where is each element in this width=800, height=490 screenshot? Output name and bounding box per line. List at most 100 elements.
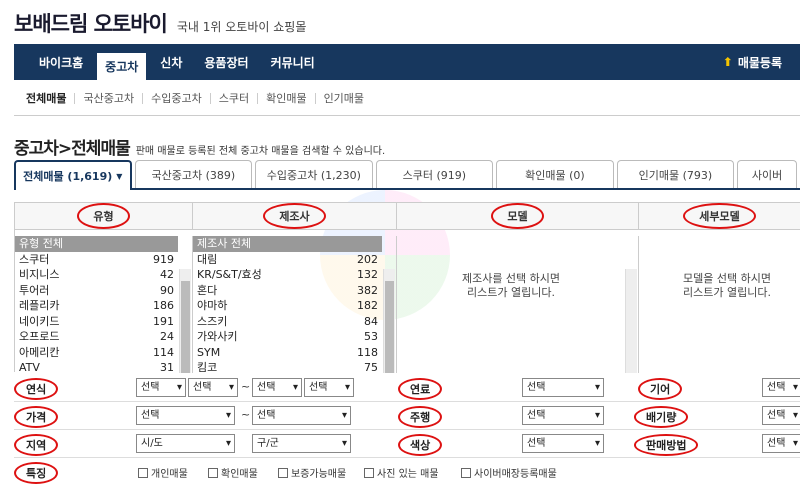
range-separator: ~ — [241, 408, 251, 421]
type-list-scrollbar[interactable] — [179, 269, 191, 373]
list-item[interactable]: 레플리카 186 — [15, 298, 178, 314]
feature-cyber-checkbox[interactable]: 사이버매장등록매물 — [461, 465, 557, 480]
filter-row-3: 지역 시/도 구/군 색상 선택 판매방법 선택 — [14, 430, 800, 458]
checkbox-icon — [364, 467, 374, 478]
checkbox-icon — [138, 467, 148, 478]
month-to-select[interactable]: 선택 — [304, 378, 354, 397]
model-header-label: 모델 — [491, 203, 544, 229]
submodel-column-header: 세부모델 — [639, 203, 800, 230]
submodel-header-label: 세부모델 — [683, 203, 756, 229]
logo-tagline: 국내 1위 오토바이 쇼핑몰 — [176, 20, 307, 34]
nav-item-used[interactable]: 중고차 — [94, 50, 150, 80]
list-item[interactable]: 가와사키 53 — [193, 329, 382, 345]
list-item[interactable]: 스쿠터 919 — [15, 252, 178, 268]
sub-nav: 전체매물 국산중고차 수입중고차 스쿠터 확인매물 인기매물 — [14, 82, 800, 116]
model-list-scrollbar[interactable] — [625, 269, 637, 373]
price-to-select[interactable]: 선택 — [252, 406, 351, 425]
model-list[interactable]: 제조사를 선택 하시면 리스트가 열립니다. — [397, 236, 639, 373]
nav-item-parts[interactable]: 용품장터 — [193, 44, 259, 80]
maker-list-scrollbar[interactable] — [383, 269, 395, 373]
features-label: 특징 — [14, 462, 59, 484]
register-label: 매물등록 — [737, 55, 782, 70]
list-item[interactable]: 유형 전체 — [15, 236, 178, 252]
page-title: 중고차>전체매물 — [14, 139, 131, 159]
list-item[interactable]: 혼다 382 — [193, 283, 382, 299]
filter-row-2: 가격 선택 ~ 선택 주행 선택 배기량 선택 — [14, 402, 800, 430]
feature-warranty-checkbox[interactable]: 보증가능매물 — [278, 465, 346, 480]
fuel-select[interactable]: 선택 — [522, 378, 604, 397]
subnav-popular[interactable]: 인기매물 — [314, 93, 372, 104]
list-item[interactable]: 아메리칸 114 — [15, 345, 178, 361]
tab-popular[interactable]: 인기매물 (793) — [616, 160, 735, 188]
tab-imported[interactable]: 수입중고차 (1,230) — [255, 160, 373, 188]
subnav-domestic[interactable]: 국산중고차 — [74, 93, 142, 104]
tab-all-label: 전체매물 (1,619) — [23, 170, 113, 183]
nav-item-new[interactable]: 신차 — [149, 44, 193, 80]
list-item[interactable]: 스즈키 84 — [193, 314, 382, 330]
range-separator: ~ — [241, 380, 251, 393]
type-column-header: 유형 — [15, 203, 193, 230]
maker-column-header: 제조사 — [193, 203, 397, 230]
tab-domestic[interactable]: 국산중고차 (389) — [134, 160, 253, 188]
list-item[interactable]: ATV 31 — [15, 360, 178, 373]
feature-photo-checkbox[interactable]: 사진 있는 매물 — [364, 465, 439, 480]
displacement-select[interactable]: 선택 — [762, 406, 800, 425]
submodel-list[interactable]: 모델을 선택 하시면 리스트가 열립니다. — [639, 236, 800, 373]
checkbox-icon — [278, 467, 288, 478]
submodel-placeholder: 모델을 선택 하시면 리스트가 열립니다. — [683, 272, 771, 299]
feature-private-checkbox[interactable]: 개인매물 — [138, 465, 188, 480]
filter-row-1: 연식 선택 선택 ~ 선택 선택 연료 선택 기어 선택 — [14, 374, 800, 402]
mileage-label: 주행 — [398, 406, 443, 428]
tab-verified[interactable]: 확인매물 (0) — [496, 160, 614, 188]
logo-text: 보배드림 오토바이 — [14, 12, 168, 36]
year-to-select[interactable]: 선택 — [252, 378, 302, 397]
nav-item-community[interactable]: 커뮤니티 — [260, 44, 326, 80]
subnav-imported[interactable]: 수입중고차 — [142, 93, 210, 104]
upload-arrow-icon: ⬆ — [722, 55, 733, 69]
list-item[interactable]: SYM 118 — [193, 345, 382, 361]
sale-method-select[interactable]: 선택 — [762, 434, 800, 453]
list-item[interactable]: 대림 202 — [193, 252, 382, 268]
color-select[interactable]: 선택 — [522, 434, 604, 453]
year-from-select[interactable]: 선택 — [136, 378, 186, 397]
sido-select[interactable]: 시/도 — [136, 434, 235, 453]
nav-item-bike-home[interactable]: 바이크홈 — [14, 44, 94, 80]
list-item[interactable]: KR/S&T/효성 132 — [193, 267, 382, 283]
checkbox-icon — [208, 467, 218, 478]
price-label: 가격 — [14, 406, 59, 428]
mileage-select[interactable]: 선택 — [522, 406, 604, 425]
filter-row-4: 특징 개인매물 확인매물 보증가능매물 사진 있는 매물 사이버매장등록매물 — [14, 458, 800, 486]
subnav-all[interactable]: 전체매물 — [26, 93, 74, 104]
gear-select[interactable]: 선택 — [762, 378, 800, 397]
list-item[interactable]: 야마하 182 — [193, 298, 382, 314]
month-from-select[interactable]: 선택 — [188, 378, 238, 397]
gugun-select[interactable]: 구/군 — [252, 434, 351, 453]
list-item[interactable]: 네이키드 191 — [15, 314, 178, 330]
maker-header-label: 제조사 — [263, 203, 326, 229]
list-item[interactable]: 제조사 전체 — [193, 236, 382, 252]
checkbox-icon — [461, 467, 471, 478]
register-button[interactable]: ⬆ 매물등록 — [723, 44, 800, 80]
tab-scooter[interactable]: 스쿠터 (919) — [375, 160, 494, 188]
list-item[interactable]: 킴코 75 — [193, 360, 382, 373]
feature-verified-checkbox[interactable]: 확인매물 — [208, 465, 258, 480]
site-logo[interactable]: 보배드림 오토바이 국내 1위 오토바이 쇼핑몰 — [14, 8, 306, 38]
model-column-header: 모델 — [397, 203, 639, 230]
price-from-select[interactable]: 선택 — [136, 406, 235, 425]
list-item[interactable]: 투어러 90 — [15, 283, 178, 299]
type-list[interactable]: 유형 전체 스쿠터 919 비지니스 42 투어러 90 레플리카 186 네이키드 19… — [15, 236, 193, 373]
tab-cyber[interactable]: 사이버 — [737, 160, 797, 188]
list-item[interactable]: 오프로드 24 — [15, 329, 178, 345]
tab-all[interactable]: 전체매물 (1,619) ▼ — [14, 160, 132, 190]
region-label: 지역 — [14, 434, 59, 456]
fuel-label: 연료 — [398, 378, 443, 400]
subnav-scooter[interactable]: 스쿠터 — [209, 93, 257, 104]
color-label: 색상 — [398, 434, 443, 456]
vehicle-selector-grid: 유형 제조사 모델 세부모델 유형 전체 스쿠터 919 비지니스 42 투어러 90… — [14, 202, 800, 373]
list-item[interactable]: 비지니스 42 — [15, 267, 178, 283]
displacement-label: 배기량 — [634, 406, 689, 428]
maker-list[interactable]: 제조사 전체 대림 202 KR/S&T/효성 132 혼다 382 야마하 182 스… — [193, 236, 397, 373]
subnav-verified[interactable]: 확인매물 — [257, 93, 314, 104]
year-label: 연식 — [14, 378, 59, 400]
chevron-down-icon: ▼ — [116, 171, 123, 181]
